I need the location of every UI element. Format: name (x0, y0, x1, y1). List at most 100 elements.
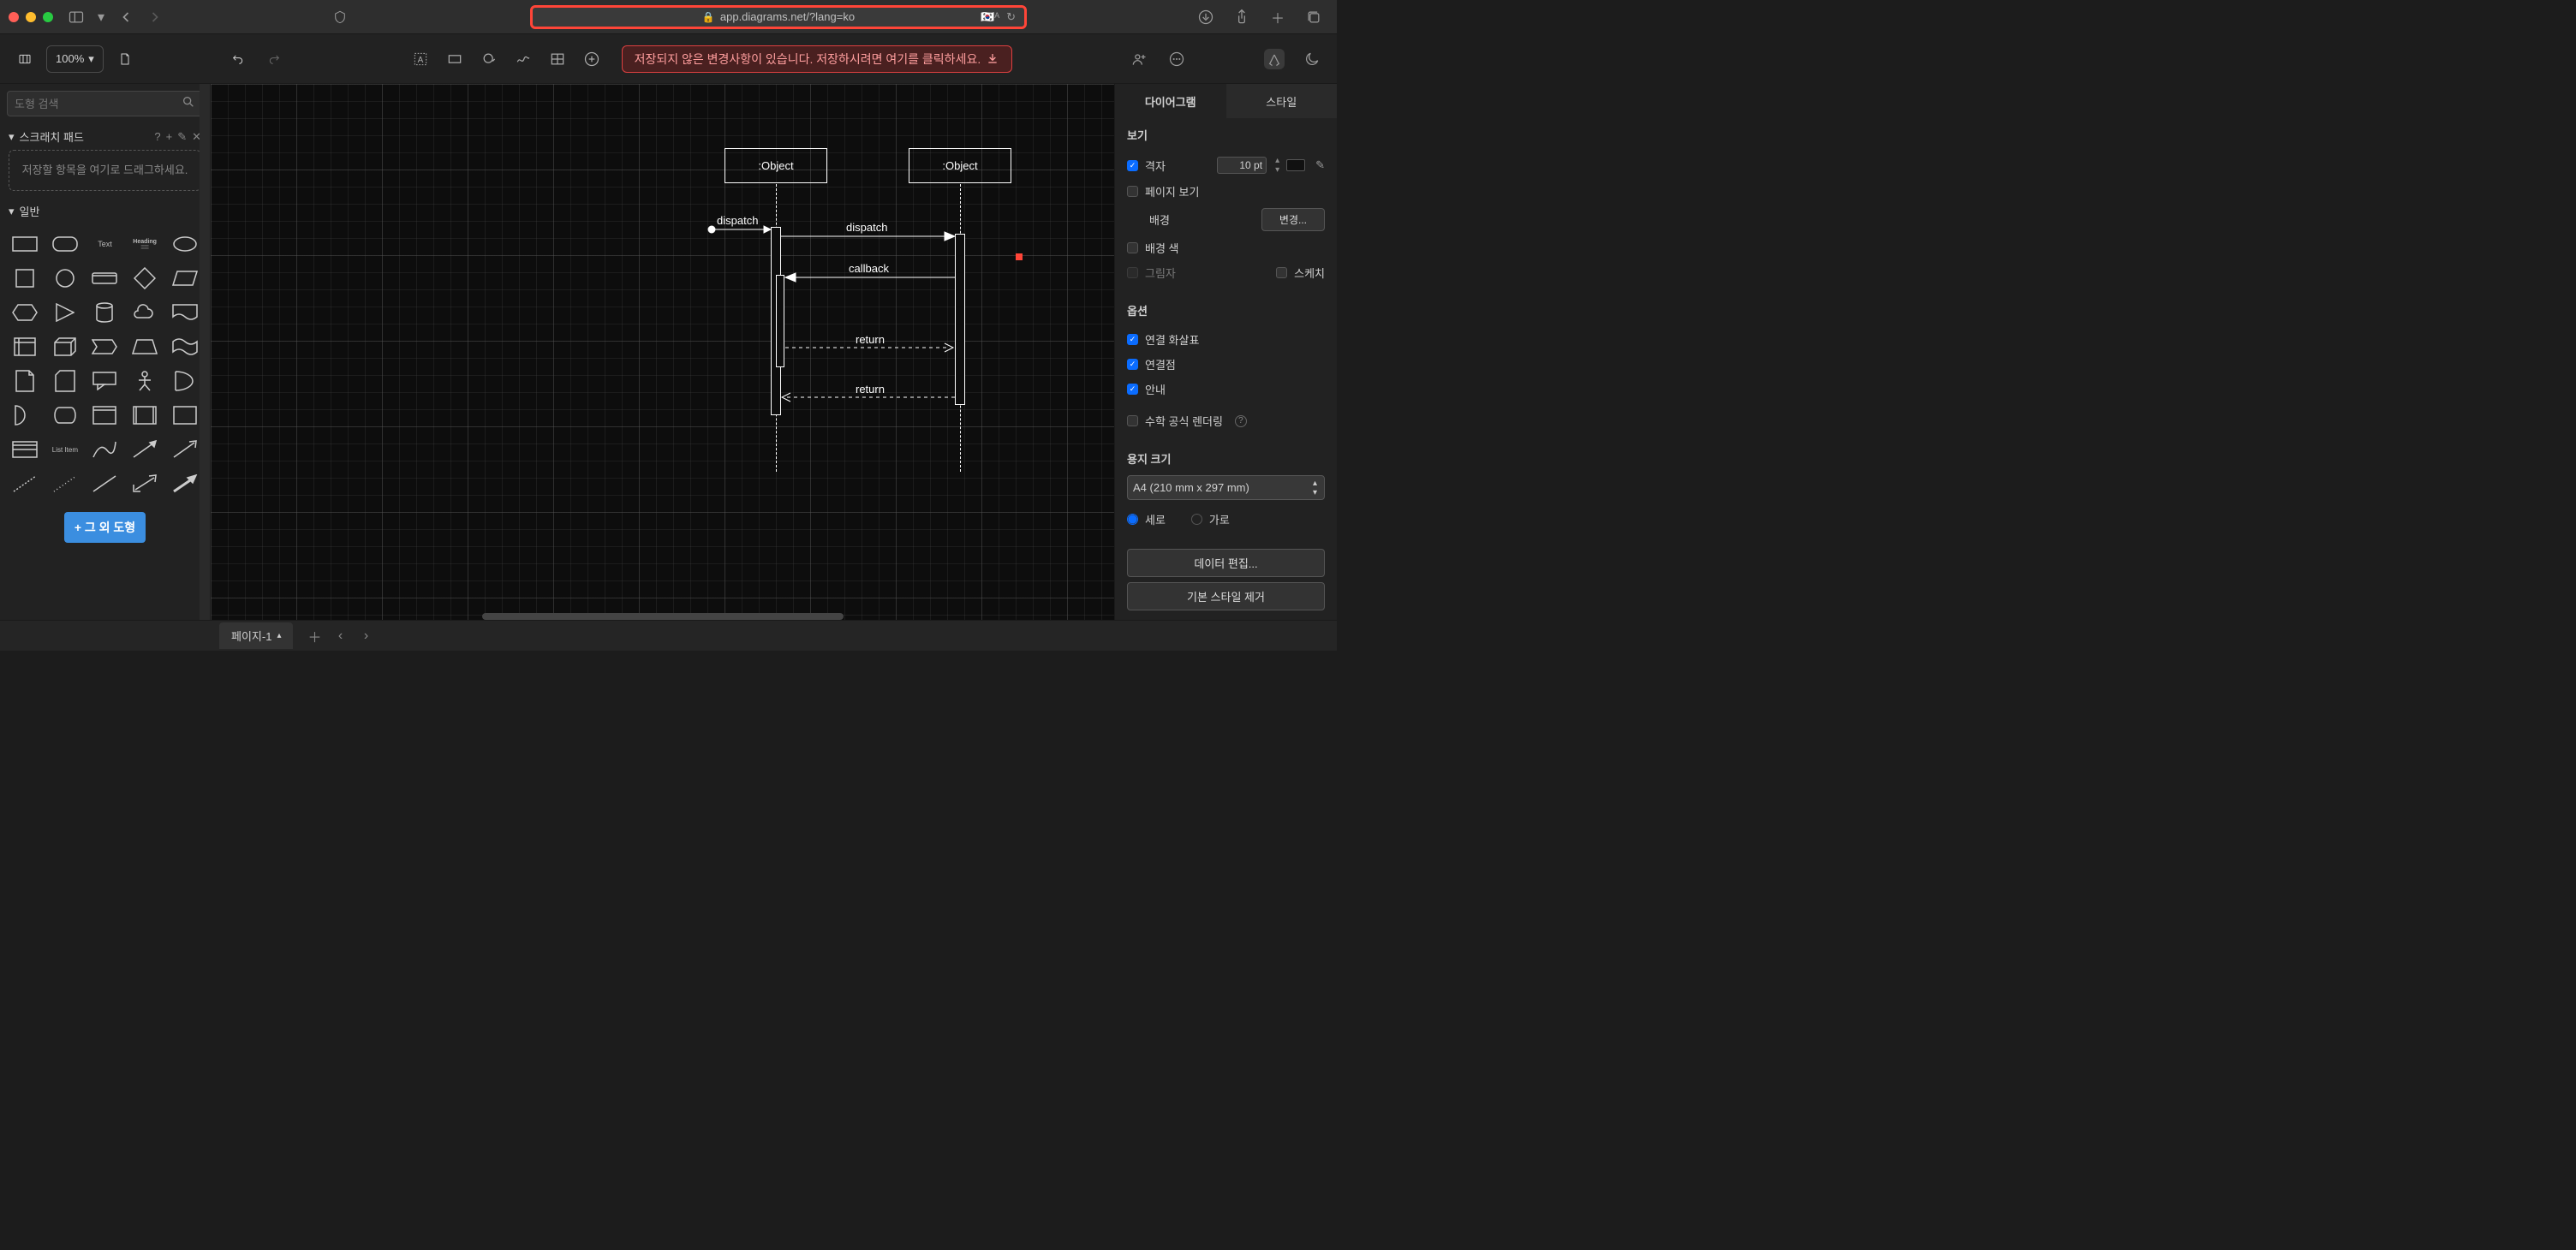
scratchpad-dropzone[interactable]: 저장할 항목을 여기로 드래그하세요. (9, 150, 201, 191)
shape-list[interactable] (7, 434, 44, 465)
table-tool-icon[interactable] (545, 46, 570, 72)
activation-2[interactable] (955, 234, 965, 405)
tab-style[interactable]: 스타일 (1226, 84, 1338, 118)
back-icon[interactable] (116, 7, 136, 27)
shape-roundrect[interactable] (47, 229, 84, 259)
share-people-icon[interactable] (1129, 49, 1149, 69)
shape-container2[interactable] (166, 400, 203, 431)
forward-icon[interactable] (145, 7, 165, 27)
portrait-radio[interactable] (1127, 514, 1138, 525)
new-page-button[interactable] (110, 45, 140, 73)
msg-return2[interactable]: return (856, 383, 885, 396)
window-maximize[interactable] (43, 12, 53, 22)
shape-tape[interactable] (166, 331, 203, 362)
new-tab-icon[interactable]: ＋ (1267, 7, 1288, 27)
tab-diagram[interactable]: 다이어그램 (1115, 84, 1226, 118)
more-shapes-button[interactable]: + 그 외 도형 (64, 512, 146, 543)
msg-return1[interactable]: return (856, 333, 885, 346)
shape-arrow2[interactable] (166, 434, 203, 465)
page-size-select[interactable]: A4 (210 mm x 297 mm) ▴▾ (1127, 475, 1325, 500)
shape-internal[interactable] (7, 331, 44, 362)
shape-cylinder[interactable] (86, 297, 123, 328)
shield-icon[interactable] (330, 7, 350, 27)
conn-points-checkbox[interactable]: ✓ (1127, 359, 1138, 370)
help-icon[interactable]: ? (154, 130, 160, 144)
shape-hexagon[interactable] (7, 297, 44, 328)
shape-cube[interactable] (47, 331, 84, 362)
shape-heading[interactable]: Heading━━━━━━━━━━ (127, 229, 164, 259)
shape-ellipse[interactable] (166, 229, 203, 259)
edit-grid-color-icon[interactable]: ✎ (1315, 158, 1325, 172)
theme-toggle-icon[interactable] (1302, 49, 1322, 69)
shape-and[interactable] (7, 400, 44, 431)
math-checkbox[interactable] (1127, 415, 1138, 426)
horizontal-scrollbar[interactable] (482, 613, 844, 620)
canvas[interactable]: :Object :Object dispatch dispatch callba… (211, 84, 1114, 620)
page-menu-icon[interactable]: ▴ (277, 631, 281, 640)
text-tool-icon[interactable]: A (408, 46, 433, 72)
unsaved-changes-notice[interactable]: 저장되지 않은 변경사항이 있습니다. 저장하시려면 여기를 클릭하세요. (622, 45, 1013, 73)
shape-callout[interactable] (86, 366, 123, 396)
shape-parallelogram[interactable] (166, 263, 203, 294)
undo-button[interactable] (224, 45, 253, 73)
add-tool-icon[interactable] (579, 46, 605, 72)
change-background-button[interactable]: 변경... (1261, 208, 1325, 231)
shape-trapezoid[interactable] (127, 331, 164, 362)
ellipse-tool-icon[interactable] (476, 46, 502, 72)
shape-diamond[interactable] (127, 263, 164, 294)
zoom-selector[interactable]: 100% ▾ (46, 45, 104, 73)
redo-button[interactable] (259, 45, 289, 73)
reload-icon[interactable]: ↻ (1006, 10, 1016, 24)
shape-document[interactable] (166, 297, 203, 328)
translate-icon[interactable]: 🇰🇷ᴬ (981, 10, 999, 24)
dropdown-icon[interactable]: ▾ (95, 7, 107, 27)
window-minimize[interactable] (26, 12, 36, 22)
collapse-icon[interactable]: ▾ (9, 130, 15, 144)
shape-arrow3[interactable] (166, 468, 203, 499)
grid-color-swatch[interactable] (1286, 159, 1305, 171)
shape-or[interactable] (166, 366, 203, 396)
add-page-button[interactable]: ＋ (301, 623, 327, 649)
shape-rect[interactable] (7, 229, 44, 259)
shape-biarrow[interactable] (127, 468, 164, 499)
shape-search-input[interactable] (15, 98, 182, 110)
collapse-icon[interactable]: ▾ (9, 205, 15, 218)
shape-cloud[interactable] (127, 297, 164, 328)
share-icon[interactable] (1231, 7, 1252, 27)
shadow-checkbox[interactable] (1127, 267, 1138, 278)
shape-dashed1[interactable] (7, 468, 44, 499)
shape-frame[interactable] (127, 400, 164, 431)
shape-card[interactable] (47, 366, 84, 396)
object-box-2[interactable]: :Object (909, 148, 1011, 183)
shape-listitem[interactable]: List Item (47, 434, 84, 465)
toggle-panels-button[interactable] (10, 45, 39, 73)
shape-line[interactable] (86, 468, 123, 499)
rectangle-tool-icon[interactable] (442, 46, 468, 72)
activation-1b[interactable] (776, 275, 784, 367)
msg-callback[interactable]: callback (849, 262, 889, 275)
grid-size-input[interactable] (1217, 157, 1267, 174)
shape-arrow1[interactable] (127, 434, 164, 465)
shape-triangle[interactable] (47, 297, 84, 328)
shape-circle[interactable] (47, 263, 84, 294)
shape-square[interactable] (7, 263, 44, 294)
search-icon[interactable] (182, 95, 195, 113)
page-tab-1[interactable]: 페이지-1 ▴ (219, 622, 293, 649)
reset-style-button[interactable]: 기본 스타일 제거 (1127, 582, 1325, 610)
conn-arrows-checkbox[interactable]: ✓ (1127, 334, 1138, 345)
sidebar-toggle-icon[interactable] (66, 7, 86, 27)
edit-icon[interactable]: ✎ (177, 130, 187, 144)
shape-actor[interactable] (127, 366, 164, 396)
design-tool-icon[interactable] (1264, 49, 1285, 69)
msg-dispatch1[interactable]: dispatch (717, 214, 758, 227)
shape-curve[interactable] (86, 434, 123, 465)
scrollbar[interactable] (200, 84, 210, 620)
guides-checkbox[interactable]: ✓ (1127, 384, 1138, 395)
next-page-button[interactable]: › (353, 623, 379, 649)
bgcolor-checkbox[interactable] (1127, 242, 1138, 253)
grid-checkbox[interactable]: ✓ (1127, 160, 1138, 171)
edit-data-button[interactable]: 데이터 편집... (1127, 549, 1325, 577)
shape-dashed2[interactable] (47, 468, 84, 499)
more-icon[interactable] (1166, 49, 1187, 69)
url-bar[interactable]: 🔒 app.diagrams.net/?lang=ko 🇰🇷ᴬ ↻ (530, 5, 1027, 29)
